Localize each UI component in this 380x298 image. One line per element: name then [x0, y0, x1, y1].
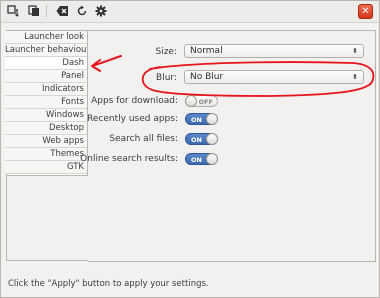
sidebar-item-dash[interactable]: Dash [5, 57, 87, 70]
apps-for-download-label: Apps for download: [91, 96, 178, 106]
search-all-files-toggle[interactable]: ON [185, 133, 218, 145]
overview-icon[interactable] [6, 4, 20, 18]
size-value: Normal [190, 46, 223, 56]
size-label: Size: [155, 47, 177, 57]
toggle-knob [185, 95, 197, 107]
sidebar-item-web-apps[interactable]: Web apps [5, 135, 87, 148]
sidebar-item-launcher-look[interactable]: Launcher look [5, 31, 87, 44]
blur-value: No Blur [190, 72, 224, 82]
settings-gear-icon[interactable] [94, 4, 108, 18]
status-message: Click the "Apply" button to apply your s… [8, 279, 209, 289]
dash-settings-panel: Size: Normal ⬍ Blur: No Blur ⬍ Apps for … [80, 30, 376, 262]
online-search-results-label: Online search results: [80, 154, 178, 164]
sidebar-item-desktop[interactable]: Desktop [5, 122, 87, 135]
sidebar-item-launcher-behaviour[interactable]: Launcher behaviour [5, 44, 87, 57]
category-sidebar: Launcher look Launcher behaviour Dash Pa… [5, 30, 88, 176]
sidebar-item-gtk[interactable]: GTK [5, 161, 87, 174]
close-icon: ✕ [361, 6, 370, 17]
toggle-knob [206, 153, 218, 165]
recently-used-apps-label: Recently used apps: [87, 114, 178, 124]
combo-arrows-icon: ⬍ [352, 47, 358, 55]
toggle-knob [206, 113, 218, 125]
online-search-results-toggle[interactable]: ON [185, 153, 218, 165]
recently-used-apps-toggle[interactable]: ON [185, 113, 218, 125]
toolbar-separator [46, 5, 47, 17]
close-button[interactable]: ✕ [358, 4, 373, 19]
apps-for-download-toggle[interactable]: OFF [185, 95, 218, 107]
sidebar-item-fonts[interactable]: Fonts [5, 96, 87, 109]
blur-label: Blur: [156, 73, 177, 83]
sidebar-item-panel[interactable]: Panel [5, 70, 87, 83]
backspace-icon[interactable] [55, 4, 69, 18]
size-combo[interactable]: Normal ⬍ [184, 44, 364, 58]
settings-window: ✕ Launcher look Launcher behaviour Dash … [0, 0, 380, 298]
combo-arrows-icon: ⬍ [352, 73, 358, 81]
toolbar: ✕ [1, 1, 379, 23]
blur-combo[interactable]: No Blur ⬍ [184, 70, 364, 84]
sidebar-empty-area [6, 176, 88, 261]
search-all-files-label: Search all files: [109, 134, 178, 144]
copy-icon[interactable] [27, 4, 41, 18]
sidebar-item-windows[interactable]: Windows [5, 109, 87, 122]
sidebar-item-themes[interactable]: Themes [5, 148, 87, 161]
refresh-icon[interactable] [75, 4, 89, 18]
sidebar-item-indicators[interactable]: Indicators [5, 83, 87, 96]
toggle-knob [206, 133, 218, 145]
